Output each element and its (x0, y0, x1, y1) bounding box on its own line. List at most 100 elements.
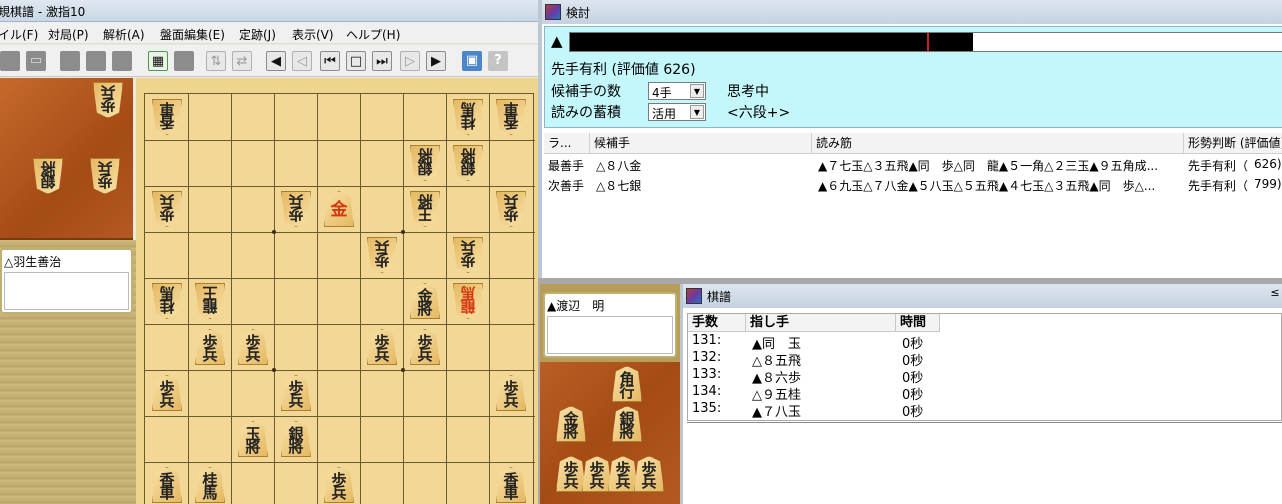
menu-view[interactable]: 表示(V) (292, 26, 334, 43)
menu-analysis[interactable]: 解析(A) (103, 26, 145, 43)
col-move[interactable]: 候補手 (590, 133, 812, 154)
piece-sente-pawn[interactable]: 歩兵 (324, 467, 354, 503)
monitor-icon[interactable]: ▣ (462, 51, 482, 71)
row-rank: 次善手 (548, 179, 585, 193)
gote-hand-pawn[interactable]: 歩兵 (93, 82, 123, 118)
evaluation-fill (570, 33, 974, 51)
menu-board-edit[interactable]: 盤面編集(E) (160, 26, 225, 43)
piece-sente-pawn[interactable]: 歩兵 (410, 329, 440, 365)
sente-hand-bishop[interactable]: 角行 (612, 366, 642, 402)
move-time: 0秒 (902, 405, 924, 420)
list-item[interactable]: 133: ▲８六歩 0秒 (688, 367, 1282, 386)
piece-gote-silver[interactable]: 銀將 (453, 145, 483, 181)
piece-sente-lance[interactable]: 香車 (152, 467, 182, 503)
tb-gray-icon[interactable] (174, 51, 194, 71)
piece-sente-pawn[interactable]: 歩兵 (496, 375, 526, 411)
forward-icon[interactable]: ▷ (400, 51, 420, 71)
piece-gote-pawn[interactable]: 歩兵 (281, 191, 311, 227)
piece-gote-dragon[interactable]: 龍王 (195, 283, 225, 319)
col-move[interactable]: 指し手 (746, 314, 896, 332)
piece-sente-king[interactable]: 玉將 (238, 421, 268, 457)
menu-file[interactable]: イル(F) (0, 26, 38, 43)
kifu-title: 棋譜 (707, 290, 732, 304)
board-grid: 香車 桂馬 香車 銀將 銀將 歩兵 歩兵 金 王將 歩兵 歩兵 歩兵 桂馬 龍王… (144, 93, 535, 504)
left-panel: 歩兵 銀將 歩兵 △羽生善治 (0, 78, 136, 504)
close-icon[interactable]: ≤ (1265, 286, 1282, 302)
col-time[interactable]: 時間 (896, 314, 940, 332)
list-item[interactable]: 131: ▲同 玉 0秒 (688, 333, 1282, 352)
list-item[interactable]: 132: △８五飛 0秒 (688, 350, 1282, 369)
kifu-window: 棋譜 ≤ 手数 指し手 時間 131: ▲同 玉 0秒 132: △８五飛 0秒… (680, 284, 1282, 504)
kifu-comment-area[interactable] (687, 422, 1282, 504)
tb-print-icon[interactable]: ▭ (26, 51, 46, 71)
sente-player-box: ▲渡辺 明 (543, 292, 677, 358)
row-judge: 先手有利（ (1188, 159, 1249, 173)
chevron-down-icon[interactable]: ▼ (690, 84, 704, 98)
piece-sente-pawn[interactable]: 歩兵 (281, 375, 311, 411)
menu-help[interactable]: ヘルプ(H) (346, 26, 400, 43)
engine-level: <六段+> (727, 105, 791, 121)
help-icon[interactable]: ? (488, 51, 508, 71)
back-icon[interactable]: ◁ (292, 51, 312, 71)
piece-sente-pawn[interactable]: 歩兵 (152, 375, 182, 411)
piece-sente-gold-highlight[interactable]: 金 (324, 191, 354, 227)
sente-hand-silver[interactable]: 銀將 (612, 406, 642, 442)
sente-hand-gold[interactable]: 金將 (556, 406, 586, 442)
stop-icon[interactable]: □ (346, 51, 366, 71)
accumulate-select[interactable]: 活用 ▼ (648, 103, 706, 121)
piece-sente-pawn[interactable]: 歩兵 (238, 329, 268, 365)
tb-gray-icon[interactable] (86, 51, 106, 71)
list-item[interactable]: 134: △９五桂 0秒 (688, 384, 1282, 403)
chevron-down-icon[interactable]: ▼ (690, 105, 704, 119)
row-move: △８七銀 (596, 179, 642, 193)
piece-gote-silver[interactable]: 銀將 (410, 145, 440, 181)
piece-gote-lance[interactable]: 香車 (152, 99, 182, 135)
flip-icon[interactable]: ⇅ (206, 51, 226, 71)
move-number: 131: (692, 333, 722, 348)
piece-gote-pawn[interactable]: 歩兵 (367, 237, 397, 273)
gote-hand-pawn[interactable]: 歩兵 (90, 158, 120, 194)
col-move-number[interactable]: 手数 (688, 314, 746, 332)
flip-alt-icon[interactable]: ⇄ (232, 51, 252, 71)
piece-gote-pawn[interactable]: 歩兵 (152, 191, 182, 227)
list-item[interactable]: 135: ▲７八玉 0秒 (688, 401, 1282, 420)
tb-gray-icon[interactable] (112, 51, 132, 71)
move-number: 132: (692, 350, 722, 365)
piece-sente-silver[interactable]: 銀將 (281, 421, 311, 457)
piece-gote-lance[interactable]: 香車 (496, 99, 526, 135)
forward-10-icon[interactable]: ▶ (426, 51, 446, 71)
gote-hand-silver[interactable]: 銀將 (33, 158, 63, 194)
candidate-table: ラ... 候補手 読み筋 形勢判断 (評価値) 最善手 △８八金 ▲７七玉△３五… (544, 133, 1282, 275)
accumulate-label: 読みの蓄積 (551, 105, 621, 121)
menu-joseki[interactable]: 定跡(J) (239, 26, 276, 43)
gote-player-name: △羽生善治 (4, 255, 62, 269)
menu-game[interactable]: 対局(P) (48, 26, 89, 43)
last-move-icon[interactable]: ⏭ (372, 51, 392, 71)
first-move-icon[interactable]: ⏮ (320, 51, 340, 71)
piece-gote-knight[interactable]: 桂馬 (453, 99, 483, 135)
tb-gray-icon[interactable] (60, 51, 80, 71)
col-pv[interactable]: 読み筋 (812, 133, 1184, 154)
move-number: 134: (692, 384, 722, 399)
piece-sente-pawn[interactable]: 歩兵 (367, 329, 397, 365)
piece-gote-horse[interactable]: 龍馬 (453, 283, 483, 319)
accumulate-value: 活用 (652, 107, 677, 121)
piece-gote-pawn[interactable]: 歩兵 (453, 237, 483, 273)
piece-gote-pawn[interactable]: 歩兵 (496, 191, 526, 227)
row-pv: ▲６九玉△７八金▲５八玉△５五飛▲４七玉△３五飛▲同 歩△... (818, 179, 1156, 193)
app-icon (686, 288, 702, 304)
back-10-icon[interactable]: ◀ (266, 51, 286, 71)
gote-piece-stand: 歩兵 銀將 歩兵 (0, 78, 133, 240)
candidates-select[interactable]: 4手 ▼ (648, 82, 706, 100)
col-rank[interactable]: ラ... (544, 133, 590, 154)
piece-sente-pawn[interactable]: 歩兵 (195, 329, 225, 365)
piece-sente-gold[interactable]: 金將 (410, 283, 440, 319)
col-judge[interactable]: 形勢判断 (評価値) (1184, 133, 1282, 154)
piece-gote-king[interactable]: 王將 (410, 191, 440, 227)
tb-gray-icon[interactable] (0, 51, 20, 71)
board-image-icon[interactable]: ▦ (148, 51, 168, 71)
sente-hand-pawn[interactable]: 歩兵 (634, 456, 664, 492)
piece-sente-knight[interactable]: 桂馬 (195, 467, 225, 503)
piece-sente-lance[interactable]: 香車 (496, 467, 526, 503)
piece-gote-knight[interactable]: 桂馬 (152, 283, 182, 319)
